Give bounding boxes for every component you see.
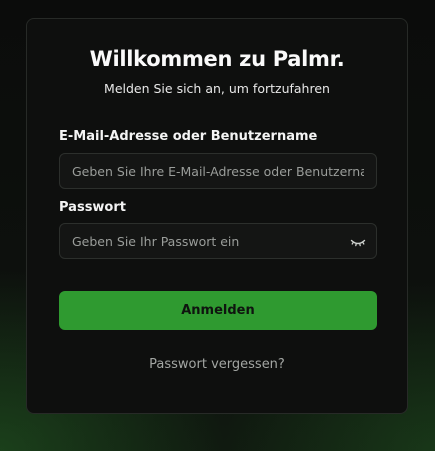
password-field-container: [59, 223, 377, 259]
page-title: Willkommen zu Palmr.: [89, 47, 345, 71]
login-button[interactable]: Anmelden: [59, 291, 377, 330]
eye-closed-icon[interactable]: [350, 234, 366, 248]
email-field-container: [59, 153, 377, 189]
forgot-password-link[interactable]: Passwort vergessen?: [27, 357, 407, 372]
page-subtitle: Melden Sie sich an, um fortzufahren: [104, 81, 330, 96]
email-field[interactable]: [60, 154, 376, 188]
password-field[interactable]: [60, 224, 376, 258]
email-label: E-Mail-Adresse oder Benutzername: [59, 129, 318, 144]
password-label: Passwort: [59, 200, 126, 215]
login-card: Willkommen zu Palmr. Melden Sie sich an,…: [26, 18, 408, 414]
